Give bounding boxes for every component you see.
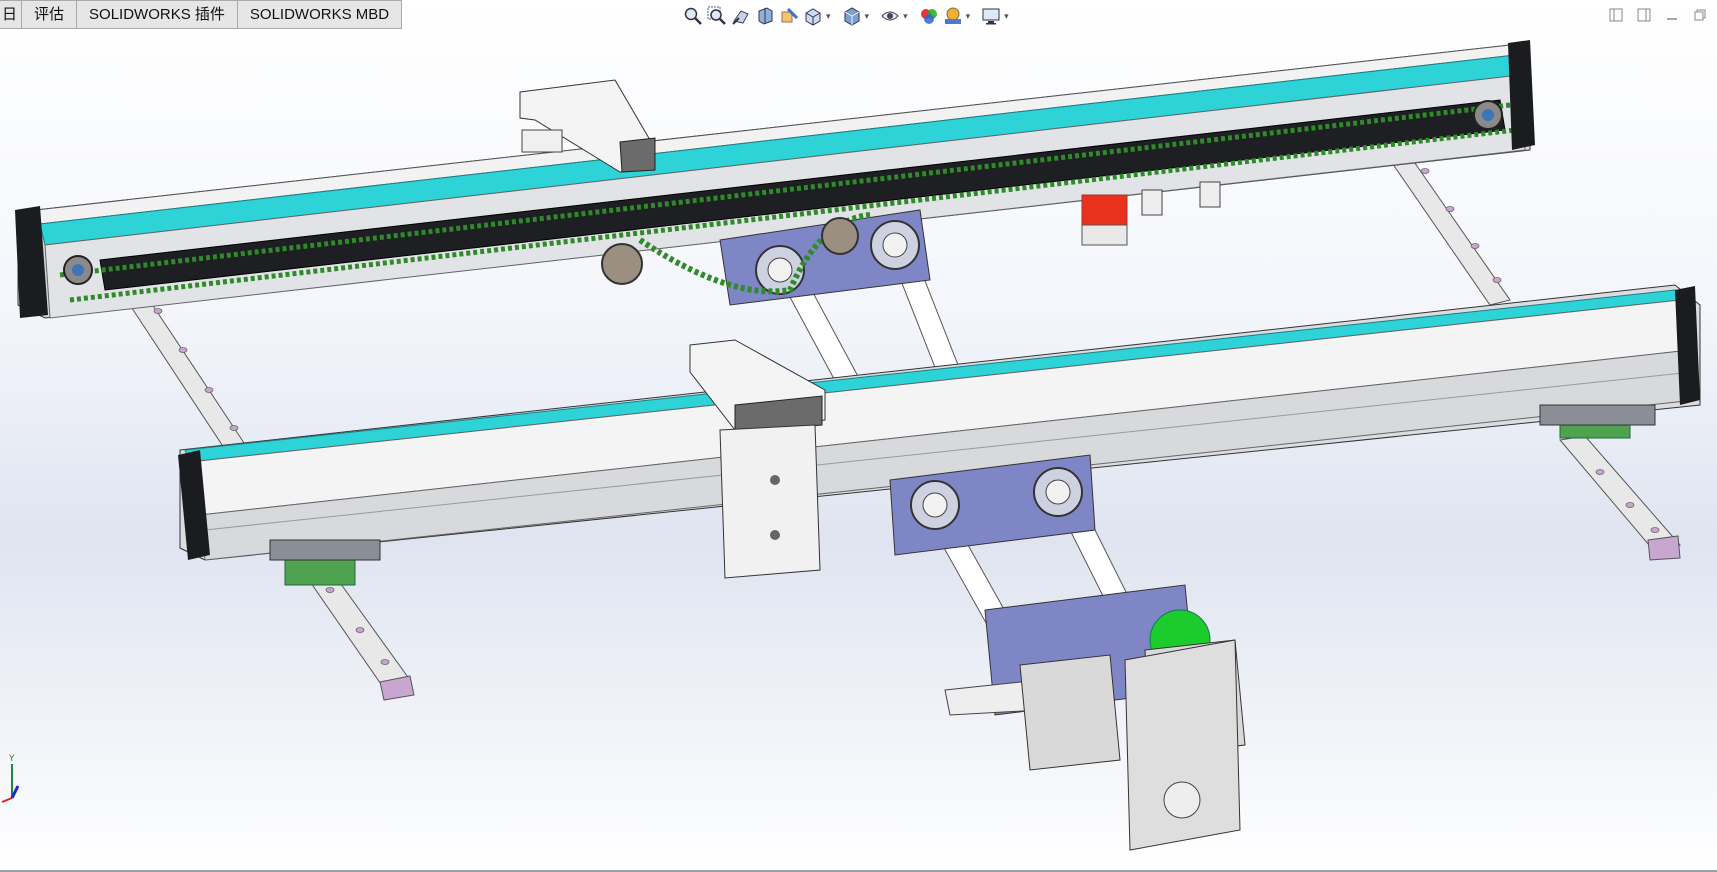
display-style-dropdown-icon[interactable]: ▾ — [865, 11, 870, 22]
right-guide-rail-front — [1559, 435, 1681, 561]
section-view-icon[interactable] — [754, 5, 776, 27]
stepper-motor-1 — [1019, 654, 1121, 771]
left-guide-rail-back — [119, 285, 253, 461]
right-guide-rail-back — [1389, 155, 1511, 306]
tile-right-icon[interactable] — [1635, 6, 1653, 24]
tab-solidworks-mbd[interactable]: SOLIDWORKS MBD — [237, 0, 403, 29]
apply-scene-icon[interactable] — [942, 5, 964, 27]
command-manager-tabs: 日 评估 SOLIDWORKS 插件 SOLIDWORKS MBD — [0, 0, 403, 29]
view-orientation-dropdown-icon[interactable]: ▾ — [826, 11, 831, 22]
view-settings-dropdown-icon[interactable]: ▾ — [1004, 11, 1009, 22]
window-controls — [1607, 6, 1709, 24]
conveyor-assembly-model — [15, 40, 1701, 851]
sensor-bracket — [1081, 224, 1128, 246]
tab-solidworks-addins[interactable]: SOLIDWORKS 插件 — [77, 0, 238, 29]
hide-show-dropdown-icon[interactable]: ▾ — [903, 11, 908, 22]
motor-bracket-plate — [1124, 639, 1241, 851]
reference-triad: Y — [0, 752, 20, 804]
minimize-icon[interactable] — [1663, 6, 1681, 24]
heads-up-view-toolbar: ▾ ▾ ▾ ▾ ▾ — [682, 4, 1017, 28]
triad-y-label: Y — [8, 754, 15, 764]
zoom-to-area-icon[interactable] — [706, 5, 728, 27]
apply-scene-dropdown-icon[interactable]: ▾ — [966, 11, 971, 22]
dynamic-annotation-icon[interactable] — [778, 5, 800, 27]
tile-left-icon[interactable] — [1607, 6, 1625, 24]
previous-view-icon[interactable] — [730, 5, 752, 27]
lift-cylinder — [719, 424, 821, 579]
display-style-icon[interactable] — [841, 5, 863, 27]
restore-icon[interactable] — [1691, 6, 1709, 24]
limit-switch-1 — [1141, 189, 1163, 216]
limit-switch-2 — [1199, 181, 1221, 208]
hide-show-items-icon[interactable] — [879, 5, 901, 27]
tab-sketch[interactable]: 日 — [0, 0, 23, 29]
view-orientation-icon[interactable] — [802, 5, 824, 27]
zoom-to-fit-icon[interactable] — [682, 5, 704, 27]
idler-sprocket-2 — [821, 217, 859, 255]
tab-evaluate[interactable]: 评估 — [22, 0, 78, 29]
graphics-area[interactable] — [0, 28, 1717, 872]
idler-sprocket — [601, 243, 643, 285]
edit-appearance-icon[interactable] — [918, 5, 940, 27]
view-settings-icon[interactable] — [980, 5, 1002, 27]
